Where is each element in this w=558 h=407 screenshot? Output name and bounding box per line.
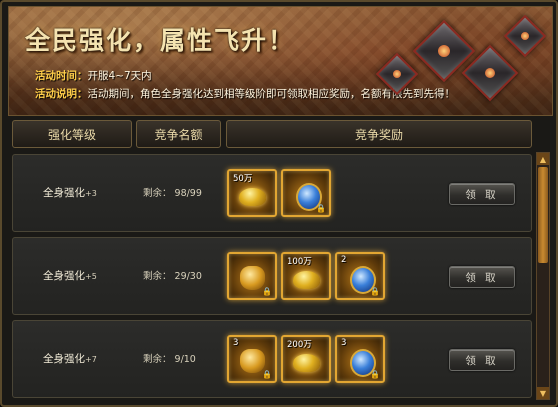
reward-slot-gold-bag[interactable]: 🔒 xyxy=(227,252,277,300)
event-banner: 全民强化，属性飞升！ 活动时间：开服4~7天内 活动说明：活动期间，角色全身强化… xyxy=(8,6,553,116)
row-level-text: 全身强化 xyxy=(43,187,85,199)
reward-row: 全身强化+7 剩余： 9/10 3 🔒 200万 3 🔒 领 取 xyxy=(12,320,532,398)
row-level-suffix: +7 xyxy=(85,355,97,364)
lock-icon: 🔒 xyxy=(262,287,272,296)
row-enhance-level: 全身强化+7 xyxy=(43,351,97,366)
item-quantity: 50万 xyxy=(233,174,253,184)
item-quantity: 100万 xyxy=(287,257,312,267)
header-enhance-level: 强化等级 xyxy=(12,120,132,148)
enhance-stone-icon xyxy=(503,14,547,58)
row-level-suffix: +3 xyxy=(85,189,97,198)
item-quantity: 2 xyxy=(341,255,347,265)
lock-icon: 🔒 xyxy=(316,204,326,213)
reward-slot-gold-ingot[interactable]: 50万 xyxy=(227,169,277,217)
scroll-thumb[interactable] xyxy=(538,167,548,263)
row-remaining-quota: 剩余： 29/30 xyxy=(143,271,202,282)
row-remaining-quota: 剩余： 98/99 xyxy=(143,188,202,199)
banner-title: 全民强化，属性飞升！ xyxy=(25,26,296,55)
enhance-stone-icon xyxy=(375,52,419,96)
lock-icon: 🔒 xyxy=(262,370,272,379)
reward-slot-gold-ingot[interactable]: 100万 xyxy=(281,252,331,300)
reward-slot-blue-gem[interactable]: 🔒 xyxy=(281,169,331,217)
reward-slot-gold-bag[interactable]: 3 🔒 xyxy=(227,335,277,383)
event-time-label: 活动时间： xyxy=(35,70,88,82)
reward-row: 全身强化+3 剩余： 98/99 50万 🔒 领 取 xyxy=(12,154,532,232)
scrollbar[interactable]: ▲ ▼ xyxy=(536,152,550,400)
lock-icon: 🔒 xyxy=(370,370,380,379)
row-enhance-level: 全身强化+3 xyxy=(43,185,97,200)
row-level-suffix: +5 xyxy=(85,272,97,281)
event-time-value: 开服4~7天内 xyxy=(87,70,152,82)
claim-button[interactable]: 领 取 xyxy=(449,183,515,205)
header-competition-reward: 竞争奖励 xyxy=(226,120,532,148)
event-panel: 全民强化，属性飞升！ 活动时间：开服4~7天内 活动说明：活动期间，角色全身强化… xyxy=(0,0,558,407)
claim-button[interactable]: 领 取 xyxy=(449,349,515,371)
row-remaining-quota: 剩余： 9/10 xyxy=(143,354,196,365)
reward-slot-gold-ingot[interactable]: 200万 xyxy=(281,335,331,383)
row-enhance-level: 全身强化+5 xyxy=(43,268,97,283)
item-quantity: 3 xyxy=(341,338,347,348)
claim-button[interactable]: 领 取 xyxy=(449,266,515,288)
reward-slot-blue-gem[interactable]: 3 🔒 xyxy=(335,335,385,383)
reward-row: 全身强化+5 剩余： 29/30 🔒 100万 2 🔒 领 取 xyxy=(12,237,532,315)
reward-slot-blue-gem[interactable]: 2 🔒 xyxy=(335,252,385,300)
item-quantity: 3 xyxy=(233,338,239,348)
scroll-down-arrow-icon[interactable]: ▼ xyxy=(537,387,549,399)
banner-gems-artwork xyxy=(362,7,552,115)
header-competition-quota: 竞争名额 xyxy=(136,120,221,148)
scroll-up-arrow-icon[interactable]: ▲ xyxy=(537,153,549,165)
row-level-text: 全身强化 xyxy=(43,353,85,365)
lock-icon: 🔒 xyxy=(370,287,380,296)
item-quantity: 200万 xyxy=(287,340,312,350)
event-desc-label: 活动说明： xyxy=(35,88,88,100)
row-level-text: 全身强化 xyxy=(43,270,85,282)
